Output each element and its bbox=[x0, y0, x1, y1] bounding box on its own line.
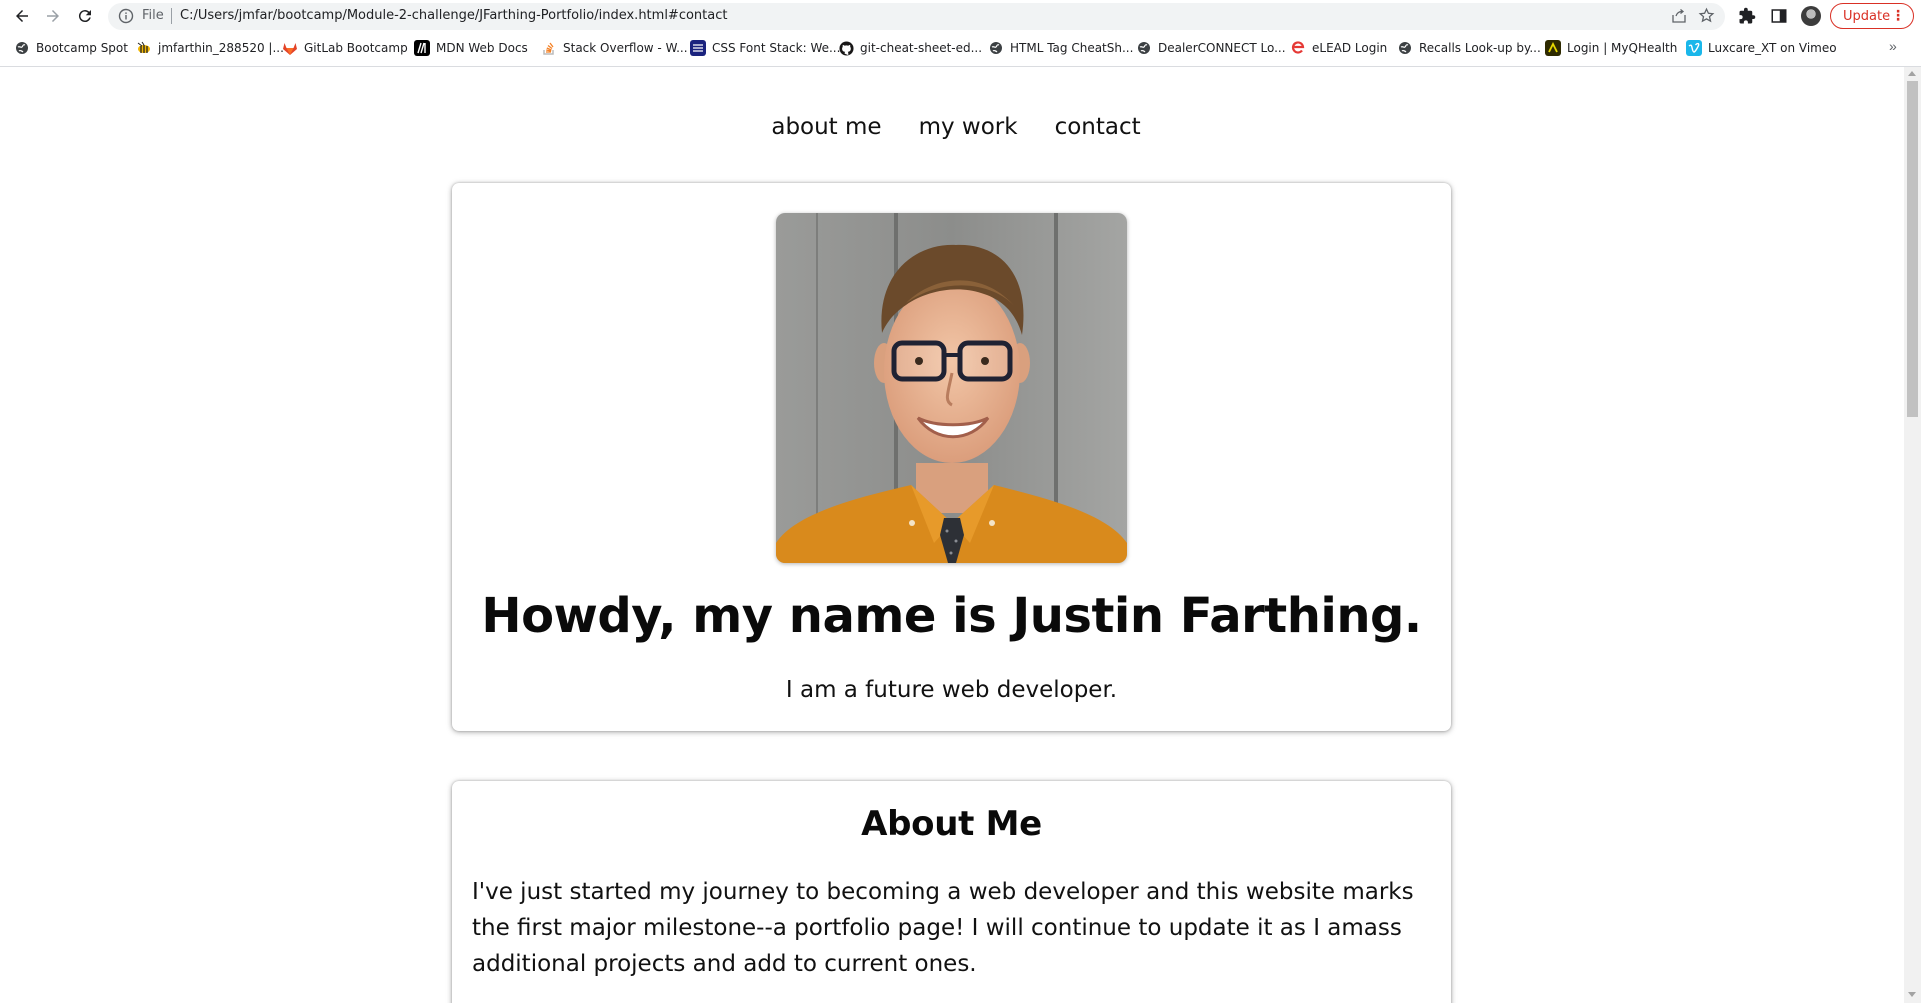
about-card: About Me I've just started my journey to… bbox=[452, 781, 1451, 1003]
bookmark-item[interactable]: Login | MyQHealth bbox=[1545, 39, 1677, 57]
bookmark-label: MDN Web Docs bbox=[436, 41, 528, 55]
nav-link-my-work[interactable]: my work bbox=[919, 107, 1018, 147]
nav-link-contact[interactable]: contact bbox=[1055, 107, 1141, 147]
scroll-down-arrow-icon[interactable] bbox=[1908, 992, 1916, 997]
bookmark-item[interactable]: Stack Overflow - W... bbox=[541, 39, 688, 57]
browser-chrome: File C:/Users/jmfar/bootcamp/Module-2-ch… bbox=[0, 0, 1921, 67]
share-icon[interactable] bbox=[1671, 8, 1687, 24]
more-bookmarks-chevron-icon[interactable]: » bbox=[1889, 38, 1897, 54]
reload-icon bbox=[78, 10, 91, 23]
bookmarks-bar: Bootcamp Spot jmfarthin_288520 |... GitL… bbox=[0, 36, 1921, 60]
scroll-up-arrow-icon[interactable] bbox=[1908, 71, 1916, 76]
side-panel-icon[interactable] bbox=[1770, 7, 1788, 25]
elead-icon bbox=[1290, 40, 1306, 56]
about-title: About Me bbox=[861, 804, 1042, 844]
bookmark-item[interactable]: jmfarthin_288520 |... bbox=[136, 39, 284, 57]
scrollbar-thumb[interactable] bbox=[1907, 81, 1918, 417]
bookmark-label: Luxcare_XT on Vimeo bbox=[1708, 41, 1837, 55]
profile-avatar[interactable] bbox=[1801, 6, 1821, 26]
bookmark-item[interactable]: MDN Web Docs bbox=[414, 39, 528, 57]
update-button[interactable]: Update ⋮ bbox=[1830, 3, 1914, 29]
profile-photo bbox=[776, 213, 1127, 563]
bookmark-item[interactable]: HTML Tag CheatSh... bbox=[988, 39, 1133, 57]
cssfontstack-icon bbox=[690, 40, 706, 56]
forward-button[interactable] bbox=[41, 4, 65, 28]
bookmark-label: Stack Overflow - W... bbox=[563, 41, 688, 55]
bookmark-label: CSS Font Stack: We... bbox=[712, 41, 841, 55]
about-text: I've just started my journey to becoming… bbox=[472, 879, 1414, 977]
address-scheme-label: File bbox=[142, 8, 164, 23]
vimeo-icon bbox=[1686, 40, 1702, 56]
bee-icon bbox=[136, 40, 152, 56]
arrow-left-icon bbox=[16, 10, 28, 22]
mdn-icon bbox=[414, 40, 430, 56]
bookmark-item[interactable]: Luxcare_XT on Vimeo bbox=[1686, 39, 1837, 57]
arrow-right-icon bbox=[47, 10, 59, 22]
bookmark-label: eLEAD Login bbox=[1312, 41, 1388, 55]
bookmark-label: DealerCONNECT Lo... bbox=[1158, 41, 1286, 55]
bookmark-item[interactable]: CSS Font Stack: We... bbox=[690, 39, 840, 57]
menu-dots-icon: ⋮ bbox=[1891, 8, 1905, 24]
bookmark-label: jmfarthin_288520 |... bbox=[158, 41, 284, 55]
bookmark-label: git-cheat-sheet-ed... bbox=[860, 41, 983, 55]
nav-link-about-me[interactable]: about me bbox=[771, 107, 881, 147]
globe-icon bbox=[1136, 40, 1152, 56]
address-url[interactable]: C:/Users/jmfar/bootcamp/Module-2-challen… bbox=[180, 8, 727, 23]
bookmark-item[interactable]: GitLab Bootcamp bbox=[282, 39, 408, 57]
bookmark-label: Recalls Look-up by... bbox=[1419, 41, 1541, 55]
star-icon[interactable] bbox=[1698, 7, 1715, 24]
bookmark-label: GitLab Bootcamp bbox=[304, 41, 408, 55]
hero-title: Howdy, my name is Justin Farthing. bbox=[481, 588, 1422, 644]
bookmark-item[interactable]: Recalls Look-up by... bbox=[1397, 39, 1541, 57]
page-viewport: about me my work contact Howdy, my name … bbox=[0, 67, 1904, 1003]
back-button[interactable] bbox=[10, 4, 34, 28]
bookmark-item[interactable]: DealerCONNECT Lo... bbox=[1136, 39, 1286, 57]
bookmark-label: Login | MyQHealth bbox=[1567, 41, 1678, 55]
globe-icon bbox=[14, 40, 30, 56]
bookmark-label: Bootcamp Spot bbox=[36, 41, 128, 55]
github-icon bbox=[838, 40, 854, 56]
extensions-icon[interactable] bbox=[1738, 7, 1756, 25]
bookmark-item[interactable]: eLEAD Login bbox=[1290, 39, 1387, 57]
update-label: Update bbox=[1843, 8, 1891, 24]
address-divider bbox=[171, 8, 172, 24]
globe-icon bbox=[988, 40, 1004, 56]
stackoverflow-icon bbox=[541, 40, 557, 56]
gitlab-icon bbox=[282, 40, 298, 56]
info-icon[interactable] bbox=[118, 8, 134, 24]
browser-toolbar: File C:/Users/jmfar/bootcamp/Module-2-ch… bbox=[0, 0, 1921, 32]
hero-card: Howdy, my name is Justin Farthing. I am … bbox=[452, 183, 1451, 731]
reload-button[interactable] bbox=[73, 4, 97, 28]
vertical-scrollbar[interactable] bbox=[1904, 67, 1921, 1003]
bookmark-label: HTML Tag CheatSh... bbox=[1010, 41, 1134, 55]
globe-icon bbox=[1397, 40, 1413, 56]
bookmark-item[interactable]: git-cheat-sheet-ed... bbox=[838, 39, 982, 57]
myqhealth-icon bbox=[1545, 40, 1561, 56]
bookmark-item[interactable]: Bootcamp Spot bbox=[14, 39, 128, 57]
hero-subtitle: I am a future web developer. bbox=[785, 677, 1118, 703]
site-nav: about me my work contact bbox=[0, 107, 1904, 147]
address-bar[interactable]: File C:/Users/jmfar/bootcamp/Module-2-ch… bbox=[108, 3, 1725, 30]
